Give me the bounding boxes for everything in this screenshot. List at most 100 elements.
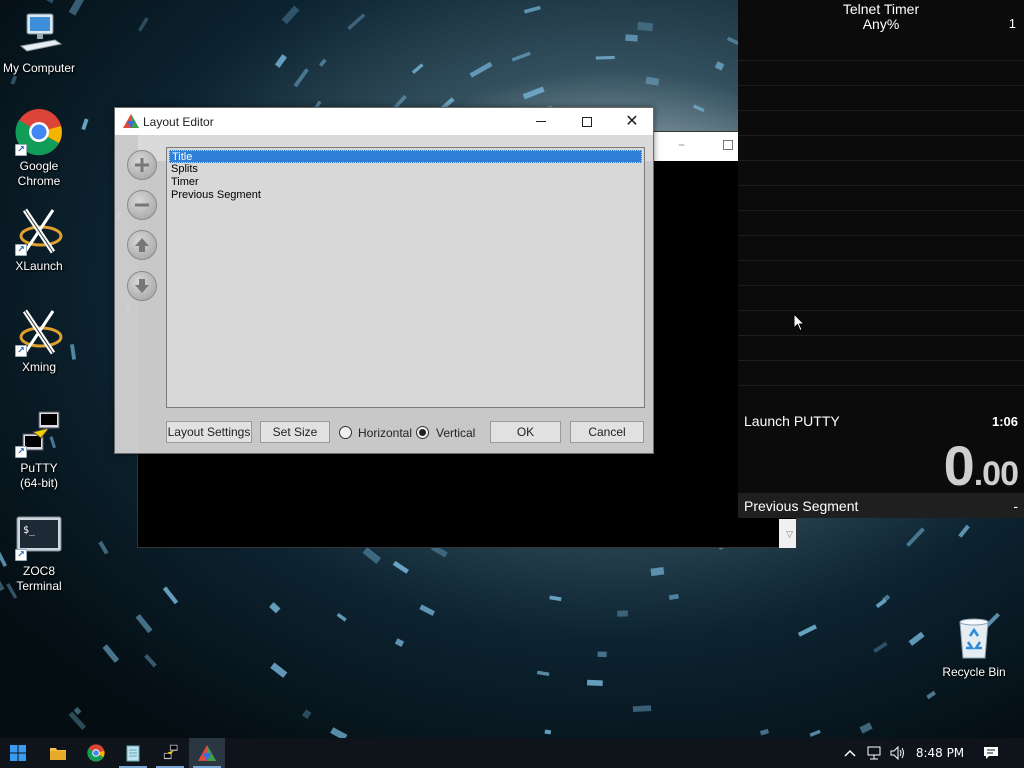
chevron-up-icon[interactable] [842, 738, 858, 768]
taskbar-chrome[interactable] [78, 738, 114, 768]
taskbar-putty[interactable] [152, 738, 188, 768]
taskbar-file-explorer[interactable] [40, 738, 76, 768]
desktop-icon-label: Xming [21, 360, 56, 374]
maximize-icon [582, 116, 592, 127]
vertical-radio[interactable] [416, 426, 429, 439]
move-down-button[interactable] [127, 271, 157, 301]
previous-segment-label: Previous Segment [744, 497, 859, 514]
putty-desktop-icon[interactable]: ↗ PuTTY (64-bit) [1, 410, 77, 491]
main-timer: 0.00 [944, 438, 1019, 494]
cancel-button[interactable]: Cancel [570, 421, 644, 443]
timer-whole: 0 [943, 434, 975, 497]
category-name: Any% [862, 16, 900, 32]
minimize-icon [536, 121, 546, 122]
layout-editor-dialog[interactable]: Layout Editor ✕ Title Splits Timer Previ… [114, 107, 654, 454]
timer-fraction: .00 [973, 455, 1019, 493]
split-row [738, 136, 1024, 161]
xlaunch-icon: ↗ [15, 208, 63, 256]
dialog-titlebar[interactable]: Layout Editor ✕ [115, 108, 653, 135]
maximize-button[interactable] [564, 108, 610, 135]
horizontal-radio[interactable] [339, 426, 352, 439]
move-up-button[interactable] [127, 230, 157, 260]
timer-header: Telnet Timer Any% 1 [738, 0, 1024, 36]
livesplit-icon [198, 745, 216, 761]
vertical-label: Vertical [436, 426, 476, 440]
shortcut-arrow-icon: ↗ [15, 244, 27, 256]
shortcut-arrow-icon: ↗ [15, 144, 27, 156]
google-chrome-desktop-icon[interactable]: ↗ Google Chrome [1, 108, 77, 189]
zoc8-terminal-desktop-icon[interactable]: $_ ↗ ZOC8 Terminal [1, 513, 77, 594]
wallpaper-streak [586, 679, 603, 687]
minimize-icon[interactable]: – [678, 138, 692, 152]
wallpaper-streak [625, 34, 638, 42]
clock[interactable]: 8:48 PM [912, 738, 968, 768]
ok-button[interactable]: OK [490, 421, 561, 443]
split-row [738, 61, 1024, 86]
taskbar-livesplit[interactable] [189, 738, 225, 768]
move-up-icon [135, 238, 149, 252]
livesplit-icon [123, 114, 139, 128]
start-button[interactable] [0, 738, 36, 768]
desktop-icon-label: Recycle Bin [942, 665, 1006, 679]
split-row [738, 311, 1024, 336]
previous-segment-row: Previous Segment - [738, 493, 1024, 518]
chrome-icon: ↗ [15, 108, 63, 156]
add-icon [135, 158, 149, 172]
split-row [738, 361, 1024, 386]
wallpaper-streak [544, 729, 552, 735]
move-down-icon [135, 279, 149, 293]
list-item[interactable]: Timer [169, 176, 642, 189]
my-computer-desktop-icon[interactable]: My Computer [1, 10, 77, 76]
remove-component-button[interactable] [127, 190, 157, 220]
split-name: Launch PUTTY [744, 413, 840, 429]
xming-icon: ↗ [15, 309, 63, 357]
terminal-icon: $_ ↗ [15, 513, 63, 561]
list-item[interactable]: Previous Segment [169, 189, 642, 202]
split-row [738, 286, 1024, 311]
layout-settings-button[interactable]: Layout Settings [166, 421, 252, 443]
taskbar: 8:48 PM [0, 738, 1024, 768]
split-row [738, 36, 1024, 61]
split-row [738, 186, 1024, 211]
list-item[interactable]: Splits [169, 163, 642, 176]
component-list[interactable]: Title Splits Timer Previous Segment [166, 147, 645, 408]
set-size-button[interactable]: Set Size [260, 421, 330, 443]
close-icon: ✕ [625, 112, 639, 130]
split-row [738, 261, 1024, 286]
split-row [738, 86, 1024, 111]
network-icon[interactable] [864, 738, 884, 768]
split-row [738, 161, 1024, 186]
svg-text:$_: $_ [23, 525, 36, 536]
desktop-icon-label: XLaunch [15, 259, 63, 273]
split-row [738, 236, 1024, 261]
wallpaper-streak [595, 55, 615, 60]
splits-list [738, 36, 1024, 408]
horizontal-label: Horizontal [358, 426, 413, 440]
shortcut-arrow-icon: ↗ [15, 345, 27, 357]
recycle-bin-icon [950, 614, 998, 662]
taskbar-notepad[interactable] [115, 738, 151, 768]
action-center-icon[interactable] [978, 738, 1004, 768]
add-component-button[interactable] [127, 150, 157, 180]
minimize-button[interactable] [518, 108, 564, 135]
volume-icon[interactable] [888, 738, 908, 768]
desktop-icon-label: PuTTY (64-bit) [19, 461, 58, 490]
wallpaper-streak [597, 651, 607, 658]
wallpaper-streak [637, 21, 654, 32]
desktop-icon-label: ZOC8 Terminal [16, 564, 62, 593]
recycle-bin-desktop-icon[interactable]: Recycle Bin [936, 614, 1012, 680]
start-icon [10, 745, 26, 761]
close-button[interactable]: ✕ [609, 108, 655, 135]
putty-icon: ↗ [15, 410, 63, 458]
attempt-count: 1 [1008, 16, 1016, 31]
scroll-down-icon[interactable]: ▽ [786, 530, 793, 540]
desktop-icon-label: Google Chrome [17, 159, 61, 188]
split-row [738, 111, 1024, 136]
timer-window[interactable]: Telnet Timer Any% 1 Launch PUTTY 1:06 0.… [738, 0, 1024, 518]
list-item[interactable]: Title [169, 150, 642, 163]
split-row [738, 211, 1024, 236]
xming-desktop-icon[interactable]: ↗ Xming [1, 309, 77, 375]
maximize-icon[interactable] [723, 140, 733, 150]
xlaunch-desktop-icon[interactable]: ↗ XLaunch [1, 208, 77, 274]
wallpaper-streak [617, 610, 628, 617]
